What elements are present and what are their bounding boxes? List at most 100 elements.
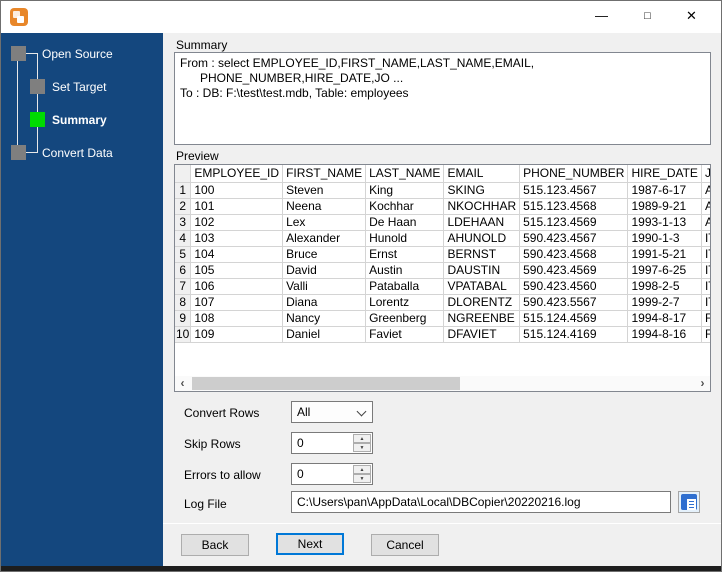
row-number-cell[interactable]: 8 (175, 294, 192, 311)
log-file-input[interactable]: C:\Users\pan\AppData\Local\DBCopier\2022… (291, 491, 671, 513)
table-cell[interactable]: 1991-5-21 (627, 246, 702, 263)
row-number-cell[interactable]: 10 (175, 326, 192, 343)
table-cell[interactable]: NKOCHHAR (443, 198, 521, 215)
table-cell[interactable]: IT_P (701, 294, 710, 311)
row-number-cell[interactable]: 5 (175, 246, 192, 263)
column-header[interactable]: EMAIL (443, 165, 521, 183)
table-cell[interactable]: SKING (443, 182, 521, 199)
cancel-button[interactable]: Cancel (371, 534, 439, 556)
table-cell[interactable]: Greenberg (365, 310, 445, 327)
row-number-cell[interactable]: 3 (175, 214, 192, 231)
table-cell[interactable]: 107 (190, 294, 284, 311)
table-cell[interactable]: Diana (282, 294, 367, 311)
table-cell[interactable]: IT_P (701, 278, 710, 295)
table-cell[interactable]: FI_A (701, 326, 710, 343)
table-cell[interactable]: FI_M (701, 310, 710, 327)
table-cell[interactable]: 102 (190, 214, 284, 231)
table-cell[interactable]: 106 (190, 278, 284, 295)
table-cell[interactable]: 1990-1-3 (627, 230, 702, 247)
table-cell[interactable]: 1998-2-5 (627, 278, 702, 295)
table-cell[interactable]: 515.123.4568 (519, 198, 629, 215)
table-cell[interactable]: 515.123.4569 (519, 214, 629, 231)
table-row[interactable]: 2 101 Neena Kochhar NKOCHHAR 515.123.4568 1989… (175, 198, 710, 215)
spinner-up-icon[interactable]: ▲ (353, 434, 371, 443)
table-cell[interactable]: Pataballa (365, 278, 445, 295)
maximize-icon[interactable]: □ (625, 1, 670, 33)
table-cell[interactable]: Valli (282, 278, 367, 295)
table-row[interactable]: 9 108 Nancy Greenberg NGREENBE 515.124.4569 19… (175, 310, 710, 327)
table-cell[interactable]: 104 (190, 246, 284, 263)
scrollbar-thumb[interactable] (192, 377, 460, 390)
table-cell[interactable]: 109 (190, 326, 284, 343)
table-cell[interactable]: Nancy (282, 310, 367, 327)
row-number-cell[interactable]: 6 (175, 262, 192, 279)
table-cell[interactable]: 590.423.4569 (519, 262, 629, 279)
table-row[interactable]: 5 104 Bruce Ernst BERNST 590.423.4568 1991-5-2… (175, 246, 710, 263)
table-cell[interactable]: Steven (282, 182, 367, 199)
table-cell[interactable]: 1994-8-16 (627, 326, 702, 343)
row-number-cell[interactable]: 7 (175, 278, 192, 295)
open-log-file-button[interactable] (678, 491, 700, 513)
table-row[interactable]: 1 100 Steven King SKING 515.123.4567 1987-6-17… (175, 182, 710, 199)
table-cell[interactable]: 1999-2-7 (627, 294, 702, 311)
table-cell[interactable]: IT_P (701, 230, 710, 247)
corner-header-cell[interactable] (175, 165, 192, 183)
table-cell[interactable]: 1987-6-17 (627, 182, 702, 199)
table-row[interactable]: 7 106 Valli Pataballa VPATABAL 590.423.4560 19… (175, 278, 710, 295)
table-cell[interactable]: Bruce (282, 246, 367, 263)
table-cell[interactable]: Faviet (365, 326, 445, 343)
skip-rows-stepper[interactable]: 0 ▲ ▼ (291, 432, 373, 454)
table-cell[interactable]: 515.124.4569 (519, 310, 629, 327)
table-cell[interactable]: Neena (282, 198, 367, 215)
table-cell[interactable]: 100 (190, 182, 284, 199)
table-cell[interactable]: Ernst (365, 246, 445, 263)
spinner-down-icon[interactable]: ▼ (353, 443, 371, 452)
table-cell[interactable]: 1997-6-25 (627, 262, 702, 279)
column-header[interactable]: EMPLOYEE_ID (190, 165, 284, 183)
table-cell[interactable]: 1989-9-21 (627, 198, 702, 215)
table-cell[interactable]: Lex (282, 214, 367, 231)
table-cell[interactable]: 590.423.4568 (519, 246, 629, 263)
table-cell[interactable]: Lorentz (365, 294, 445, 311)
convert-rows-select[interactable]: All (291, 401, 373, 423)
close-icon[interactable]: ✕ (669, 1, 714, 33)
scroll-right-icon[interactable]: › (695, 376, 710, 391)
table-row[interactable]: 3 102 Lex De Haan LDEHAAN 515.123.4569 1993-1-… (175, 214, 710, 231)
table-row[interactable]: 6 105 David Austin DAUSTIN 590.423.4569 1997-6… (175, 262, 710, 279)
table-cell[interactable]: 103 (190, 230, 284, 247)
row-number-cell[interactable]: 9 (175, 310, 192, 327)
table-cell[interactable]: NGREENBE (443, 310, 521, 327)
summary-textbox[interactable]: From : select EMPLOYEE_ID,FIRST_NAME,LAS… (174, 52, 711, 145)
table-cell[interactable]: BERNST (443, 246, 521, 263)
column-header[interactable]: HIRE_DATE (627, 165, 702, 183)
table-cell[interactable]: Alexander (282, 230, 367, 247)
table-cell[interactable]: 1994-8-17 (627, 310, 702, 327)
table-cell[interactable]: DLORENTZ (443, 294, 521, 311)
back-button[interactable]: Back (181, 534, 249, 556)
table-cell[interactable]: 590.423.4560 (519, 278, 629, 295)
row-number-cell[interactable]: 4 (175, 230, 192, 247)
table-cell[interactable]: AD_ (701, 214, 710, 231)
table-cell[interactable]: 515.124.4169 (519, 326, 629, 343)
table-cell[interactable]: DFAVIET (443, 326, 521, 343)
table-cell[interactable]: De Haan (365, 214, 445, 231)
table-cell[interactable]: 1993-1-13 (627, 214, 702, 231)
table-row[interactable]: 8 107 Diana Lorentz DLORENTZ 590.423.5567 1999… (175, 294, 710, 311)
table-cell[interactable]: 105 (190, 262, 284, 279)
next-button[interactable]: Next (276, 533, 344, 555)
spinner-up-icon[interactable]: ▲ (353, 465, 371, 474)
table-cell[interactable]: AD_ (701, 182, 710, 199)
errors-to-allow-stepper[interactable]: 0 ▲ ▼ (291, 463, 373, 485)
table-row[interactable]: 10 109 Daniel Faviet DFAVIET 515.124.4169 1994… (175, 326, 710, 343)
table-cell[interactable]: Kochhar (365, 198, 445, 215)
column-header[interactable]: PHONE_NUMBER (519, 165, 629, 183)
minimize-icon[interactable]: — (579, 1, 624, 33)
table-cell[interactable]: Daniel (282, 326, 367, 343)
table-cell[interactable]: 108 (190, 310, 284, 327)
column-header[interactable]: JOB_ (701, 165, 710, 183)
table-cell[interactable]: David (282, 262, 367, 279)
table-cell[interactable]: 590.423.4567 (519, 230, 629, 247)
table-cell[interactable]: AD_ (701, 198, 710, 215)
table-cell[interactable]: 101 (190, 198, 284, 215)
column-header[interactable]: LAST_NAME (365, 165, 445, 183)
